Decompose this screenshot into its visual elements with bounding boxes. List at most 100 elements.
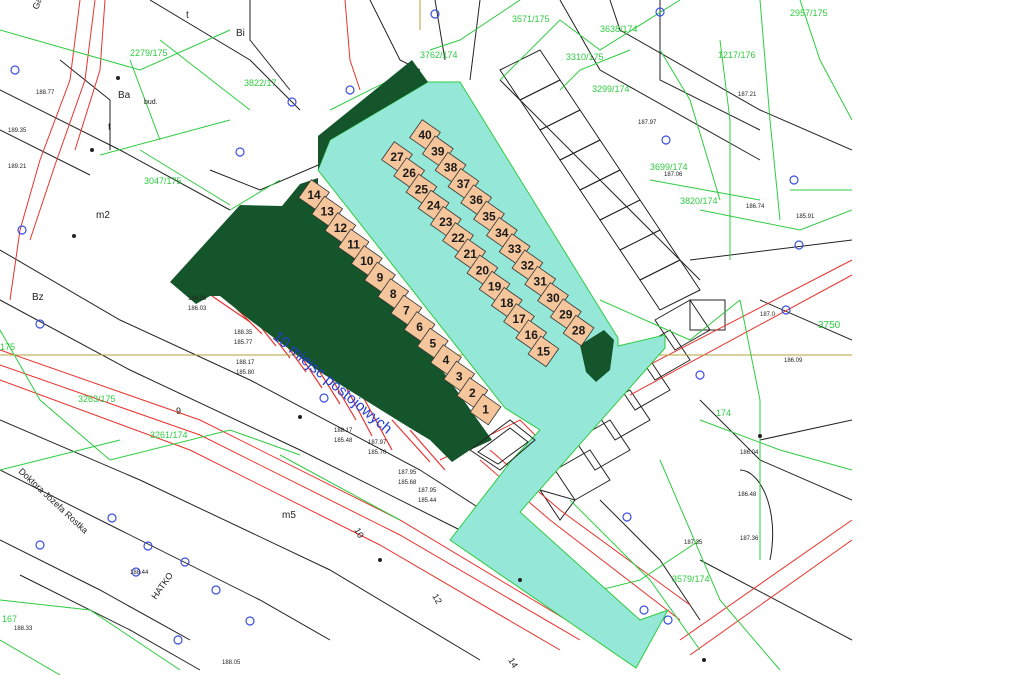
elev-9: 187.97 bbox=[368, 440, 387, 446]
garage-number: 14 bbox=[307, 188, 321, 202]
elev-12: 185.68 bbox=[398, 480, 417, 486]
garage-number: 3 bbox=[456, 370, 463, 384]
elev-21: 186.04 bbox=[740, 450, 759, 456]
parcel-3820-174: 3820/174 bbox=[680, 196, 718, 206]
parcel-3047-175: 3047/175 bbox=[144, 176, 182, 186]
garage-number: 37 bbox=[457, 177, 471, 191]
garage-number: 28 bbox=[572, 324, 586, 338]
garage-number: 36 bbox=[470, 193, 484, 207]
parcel-3822-175: 3822/17 bbox=[244, 78, 277, 88]
elev-10: 185.70 bbox=[368, 450, 387, 456]
parcel-10: 10 bbox=[352, 526, 366, 540]
garage-number: 23 bbox=[439, 215, 453, 229]
garage-number: 22 bbox=[451, 231, 465, 245]
garage-number: 35 bbox=[482, 210, 496, 224]
garage-number: 21 bbox=[464, 247, 478, 261]
elev-29: 189.35 bbox=[8, 128, 27, 134]
garage-number: 4 bbox=[443, 353, 450, 367]
garage-number: 38 bbox=[444, 161, 458, 175]
garage-number: 24 bbox=[427, 199, 441, 213]
elev-13: 187.95 bbox=[418, 488, 437, 494]
parcel-bi: Bi bbox=[236, 28, 245, 39]
parcel-bz: Bz bbox=[32, 292, 44, 303]
parcel-3310-175: 3310/175 bbox=[566, 52, 604, 62]
parcel-12: 12 bbox=[430, 592, 444, 606]
parcel-175: 175 bbox=[0, 342, 15, 352]
map-canvas: 1413121110987654321272625242322212019181… bbox=[0, 0, 852, 675]
parcel-t1: t bbox=[186, 10, 189, 21]
elev-28: 188.77 bbox=[36, 90, 55, 96]
garage-number: 12 bbox=[334, 221, 348, 235]
elev-26: 188.33 bbox=[14, 626, 33, 632]
elev-15: 187.97 bbox=[638, 120, 657, 126]
garage-number: 39 bbox=[431, 144, 445, 158]
garage-number: 9 bbox=[377, 271, 384, 285]
parcel-3261-174: 3261/174 bbox=[150, 430, 188, 440]
garage-number: 16 bbox=[525, 328, 539, 342]
parcel-2279-175: 2279/175 bbox=[130, 48, 168, 58]
garage-number: 13 bbox=[321, 205, 335, 219]
parcel-3579-174: 3579/174 bbox=[672, 574, 710, 584]
parcel-bud: bud. bbox=[144, 99, 158, 106]
parcel-3699-174: 3699/174 bbox=[650, 162, 688, 172]
garage-number: 19 bbox=[488, 280, 502, 294]
elev-14: 185.44 bbox=[418, 498, 437, 504]
garage-number: 11 bbox=[347, 238, 360, 252]
garage-number: 1 bbox=[482, 403, 489, 417]
elev-30: 189.21 bbox=[8, 164, 27, 170]
street-hatko: HATKO bbox=[149, 571, 175, 602]
elev-27: 188.05 bbox=[222, 660, 241, 666]
elev-11: 187.95 bbox=[398, 470, 417, 476]
parcel-167: 167 bbox=[2, 614, 17, 624]
elev-4: 185.77 bbox=[234, 340, 253, 346]
garage-number: 5 bbox=[429, 337, 436, 351]
elev-5: 188.17 bbox=[236, 360, 255, 366]
garage-number: 25 bbox=[415, 182, 429, 196]
garage-number: 40 bbox=[418, 128, 432, 142]
parcel-3263-175: 3263/175 bbox=[78, 394, 116, 404]
elev-31: 187.06 bbox=[664, 172, 683, 178]
garage-number: 15 bbox=[537, 344, 551, 358]
parcel-174: 174 bbox=[716, 408, 731, 418]
garage-number: 31 bbox=[534, 275, 548, 289]
parcel-m2: m2 bbox=[96, 210, 110, 221]
parcel-3762-174: 3762/174 bbox=[420, 50, 458, 60]
parcel-1217-176: 1217/176 bbox=[718, 50, 756, 60]
parcel-m5: m5 bbox=[282, 510, 296, 521]
garage-number: 20 bbox=[476, 263, 490, 277]
garage-number: 6 bbox=[416, 320, 423, 334]
elev-18: 185.91 bbox=[796, 214, 815, 220]
parcel-3299-174: 3299/174 bbox=[592, 84, 630, 94]
parcel-t2: t bbox=[108, 122, 111, 133]
elev-23: 187.35 bbox=[684, 540, 703, 546]
garage-number: 2 bbox=[469, 386, 476, 400]
elev-6: 185.80 bbox=[236, 370, 255, 376]
garage-number: 33 bbox=[508, 242, 522, 256]
parcel-2957-175: 2957/175 bbox=[790, 8, 828, 18]
garage-number: 8 bbox=[390, 287, 397, 301]
parcel-ba: Ba bbox=[118, 90, 131, 101]
parcel-3638-174: 3638/174 bbox=[600, 24, 638, 34]
elev-1: 188.38 bbox=[188, 296, 207, 302]
parcel-9: 9 bbox=[176, 406, 181, 416]
garage-number: 30 bbox=[546, 291, 560, 305]
garage-number: 34 bbox=[495, 226, 509, 240]
elev-16: 187.21 bbox=[738, 92, 757, 98]
parcel-3750: 3750 bbox=[818, 320, 841, 331]
parcel-3571-175: 3571/175 bbox=[512, 14, 550, 24]
garage-number: 32 bbox=[521, 258, 535, 272]
elev-2: 186.03 bbox=[188, 306, 207, 312]
elev-25: 188.44 bbox=[130, 570, 149, 576]
elev-24: 187.36 bbox=[740, 536, 759, 542]
street-gawlicka: Gawlick bbox=[30, 0, 50, 11]
parcel-14: 14 bbox=[506, 656, 520, 670]
garage-number: 26 bbox=[403, 166, 417, 180]
garage-number: 10 bbox=[360, 254, 374, 268]
garage-number: 7 bbox=[403, 304, 410, 318]
elev-17: 186.74 bbox=[746, 204, 765, 210]
garage-number: 27 bbox=[390, 150, 404, 164]
garage-number: 29 bbox=[559, 307, 573, 321]
elev-19: 187.0 bbox=[760, 312, 776, 318]
garage-number: 17 bbox=[512, 312, 526, 326]
elev-20: 186.09 bbox=[784, 358, 803, 364]
